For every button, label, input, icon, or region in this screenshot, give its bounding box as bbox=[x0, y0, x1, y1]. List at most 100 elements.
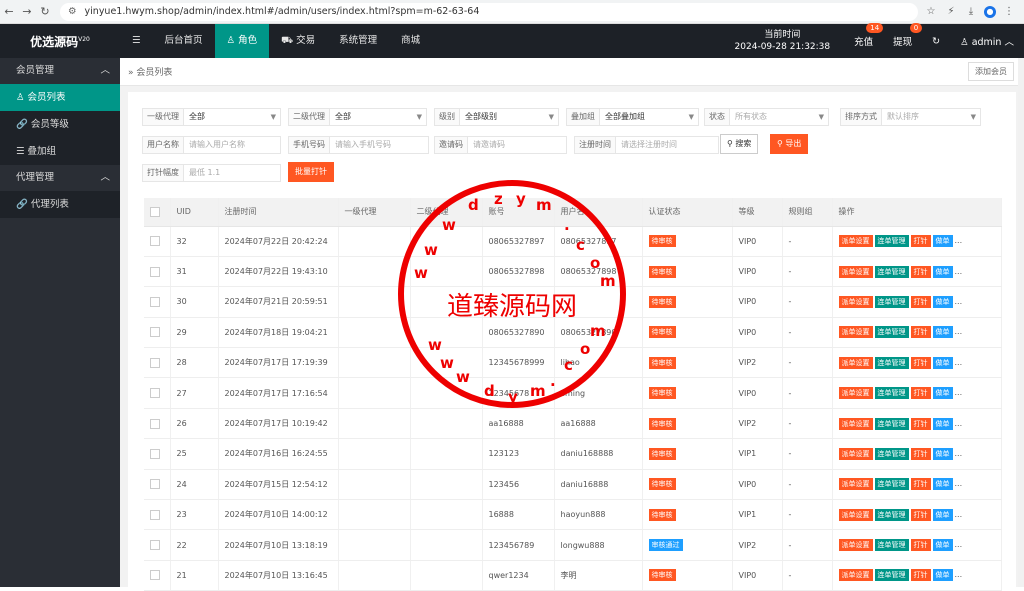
nav-home[interactable]: 后台首页 bbox=[153, 24, 215, 58]
make-order-button[interactable]: 做单 bbox=[932, 539, 953, 552]
download-icon[interactable]: ⤓ bbox=[964, 6, 978, 17]
more-actions-button[interactable]: ... bbox=[955, 540, 963, 549]
row-checkbox[interactable] bbox=[150, 388, 160, 399]
make-order-button[interactable]: 做单 bbox=[932, 417, 953, 430]
more-actions-button[interactable]: ... bbox=[955, 449, 963, 458]
more-actions-button[interactable]: ... bbox=[955, 236, 963, 245]
row-checkbox[interactable] bbox=[150, 479, 160, 490]
row-checkbox[interactable] bbox=[150, 266, 160, 277]
punch-button[interactable]: 打针 bbox=[910, 539, 931, 552]
dispatch-settings-button[interactable]: 派单设置 bbox=[838, 508, 873, 521]
agent1-select[interactable]: 全部 ▼ bbox=[183, 108, 281, 126]
dispatch-settings-button[interactable]: 派单设置 bbox=[838, 447, 873, 460]
more-actions-button[interactable]: ... bbox=[955, 297, 963, 306]
recharge-button[interactable]: 充值 14 bbox=[844, 23, 884, 48]
punch-button[interactable]: 打针 bbox=[910, 265, 931, 278]
make-order-button[interactable]: 做单 bbox=[932, 356, 953, 369]
dispatch-settings-button[interactable]: 派单设置 bbox=[838, 569, 873, 582]
punch-button[interactable]: 打针 bbox=[910, 417, 931, 430]
punch-button[interactable]: 打针 bbox=[910, 356, 931, 369]
extensions-icon[interactable]: ⚡ bbox=[944, 6, 958, 17]
nav-system[interactable]: 系统管理 bbox=[327, 24, 389, 58]
dispatch-settings-button[interactable]: 派单设置 bbox=[838, 539, 873, 552]
reload-icon[interactable]: ↻ bbox=[36, 5, 54, 18]
chain-manage-button[interactable]: 连单管理 bbox=[874, 387, 909, 400]
star-icon[interactable]: ☆ bbox=[924, 6, 938, 17]
menu-icon[interactable]: ⋮ bbox=[1002, 6, 1016, 17]
make-order-button[interactable]: 做单 bbox=[932, 265, 953, 278]
user-menu[interactable]: ♙ admin ︿ bbox=[950, 34, 1024, 48]
punch-button[interactable]: 打针 bbox=[910, 447, 931, 460]
dispatch-settings-button[interactable]: 派单设置 bbox=[838, 356, 873, 369]
dispatch-settings-button[interactable]: 派单设置 bbox=[838, 295, 873, 308]
more-actions-button[interactable]: ... bbox=[955, 358, 963, 367]
chain-manage-button[interactable]: 连单管理 bbox=[874, 478, 909, 491]
chain-manage-button[interactable]: 连单管理 bbox=[874, 235, 909, 248]
forward-icon[interactable]: → bbox=[18, 5, 36, 18]
make-order-button[interactable]: 做单 bbox=[932, 295, 953, 308]
punch-button[interactable]: 打针 bbox=[910, 235, 931, 248]
dispatch-settings-button[interactable]: 派单设置 bbox=[838, 417, 873, 430]
sort-select[interactable]: 默认排序 ▼ bbox=[881, 108, 981, 126]
chain-manage-button[interactable]: 连单管理 bbox=[874, 417, 909, 430]
sidebar-group-member[interactable]: 会员管理 ︿ bbox=[0, 58, 120, 84]
punch-button[interactable]: 打针 bbox=[910, 508, 931, 521]
regtime-input[interactable]: 请选择注册时间 bbox=[615, 136, 719, 154]
punch-button[interactable]: 打针 bbox=[910, 569, 931, 582]
address-bar[interactable]: ⚙ yinyue1.hwym.shop/admin/index.html#/ad… bbox=[60, 2, 918, 21]
make-order-button[interactable]: 做单 bbox=[932, 447, 953, 460]
select-all-checkbox[interactable] bbox=[150, 206, 160, 217]
profile-icon[interactable]: ● bbox=[984, 5, 996, 18]
punch-button[interactable]: 打针 bbox=[910, 387, 931, 400]
more-actions-button[interactable]: ... bbox=[955, 327, 963, 336]
chain-manage-button[interactable]: 连单管理 bbox=[874, 508, 909, 521]
more-actions-button[interactable]: ... bbox=[955, 267, 963, 276]
make-order-button[interactable]: 做单 bbox=[932, 508, 953, 521]
sidebar-group-agent[interactable]: 代理管理 ︿ bbox=[0, 165, 120, 191]
sidebar-item-member-list[interactable]: ♙ 会员列表 bbox=[0, 84, 120, 111]
punch-input[interactable]: 最低 1.1 bbox=[183, 164, 281, 182]
chain-manage-button[interactable]: 连单管理 bbox=[874, 569, 909, 582]
make-order-button[interactable]: 做单 bbox=[932, 478, 953, 491]
refresh-icon[interactable]: ↻ bbox=[922, 36, 950, 47]
row-checkbox[interactable] bbox=[150, 540, 160, 551]
batch-punch-button[interactable]: 批量打针 bbox=[288, 162, 334, 182]
add-member-button[interactable]: 添加会员 bbox=[968, 62, 1014, 81]
nav-mall[interactable]: 商城 bbox=[389, 24, 432, 58]
nav-role[interactable]: ♙ 角色 bbox=[214, 24, 270, 58]
sidebar-item-agent-list[interactable]: 🔗 代理列表 bbox=[0, 191, 120, 218]
dispatch-settings-button[interactable]: 派单设置 bbox=[838, 326, 873, 339]
make-order-button[interactable]: 做单 bbox=[932, 569, 953, 582]
search-button[interactable]: ⚲ 搜索 bbox=[720, 134, 759, 154]
row-checkbox[interactable] bbox=[150, 570, 160, 581]
row-checkbox[interactable] bbox=[150, 236, 160, 247]
more-actions-button[interactable]: ... bbox=[955, 510, 963, 519]
punch-button[interactable]: 打针 bbox=[910, 478, 931, 491]
username-input[interactable]: 请输入用户名称 bbox=[183, 136, 281, 154]
punch-button[interactable]: 打针 bbox=[910, 295, 931, 308]
invite-input[interactable]: 请邀请码 bbox=[467, 136, 567, 154]
level-select[interactable]: 全部级别 ▼ bbox=[459, 108, 559, 126]
site-info-icon[interactable]: ⚙ bbox=[68, 6, 77, 17]
row-checkbox[interactable] bbox=[150, 509, 160, 520]
status-select[interactable]: 所有状态 ▼ bbox=[729, 108, 829, 126]
sidebar-item-member-level[interactable]: 🔗 会员等级 bbox=[0, 111, 120, 138]
chain-manage-button[interactable]: 连单管理 bbox=[874, 356, 909, 369]
row-checkbox[interactable] bbox=[150, 357, 160, 368]
chain-manage-button[interactable]: 连单管理 bbox=[874, 447, 909, 460]
make-order-button[interactable]: 做单 bbox=[932, 326, 953, 339]
page-scrollbar[interactable] bbox=[1018, 58, 1024, 587]
phone-input[interactable]: 请输入手机号码 bbox=[329, 136, 429, 154]
withdraw-button[interactable]: 提现 0 bbox=[883, 23, 923, 48]
row-checkbox[interactable] bbox=[150, 418, 160, 429]
stack-select[interactable]: 全部叠加组 ▼ bbox=[599, 108, 699, 126]
more-actions-button[interactable]: ... bbox=[955, 479, 963, 488]
row-checkbox[interactable] bbox=[150, 296, 160, 307]
chain-manage-button[interactable]: 连单管理 bbox=[874, 295, 909, 308]
dispatch-settings-button[interactable]: 派单设置 bbox=[838, 478, 873, 491]
export-button[interactable]: ⚲ 导出 bbox=[770, 134, 809, 154]
chain-manage-button[interactable]: 连单管理 bbox=[874, 539, 909, 552]
more-actions-button[interactable]: ... bbox=[955, 570, 963, 579]
row-checkbox[interactable] bbox=[150, 327, 160, 338]
make-order-button[interactable]: 做单 bbox=[932, 235, 953, 248]
